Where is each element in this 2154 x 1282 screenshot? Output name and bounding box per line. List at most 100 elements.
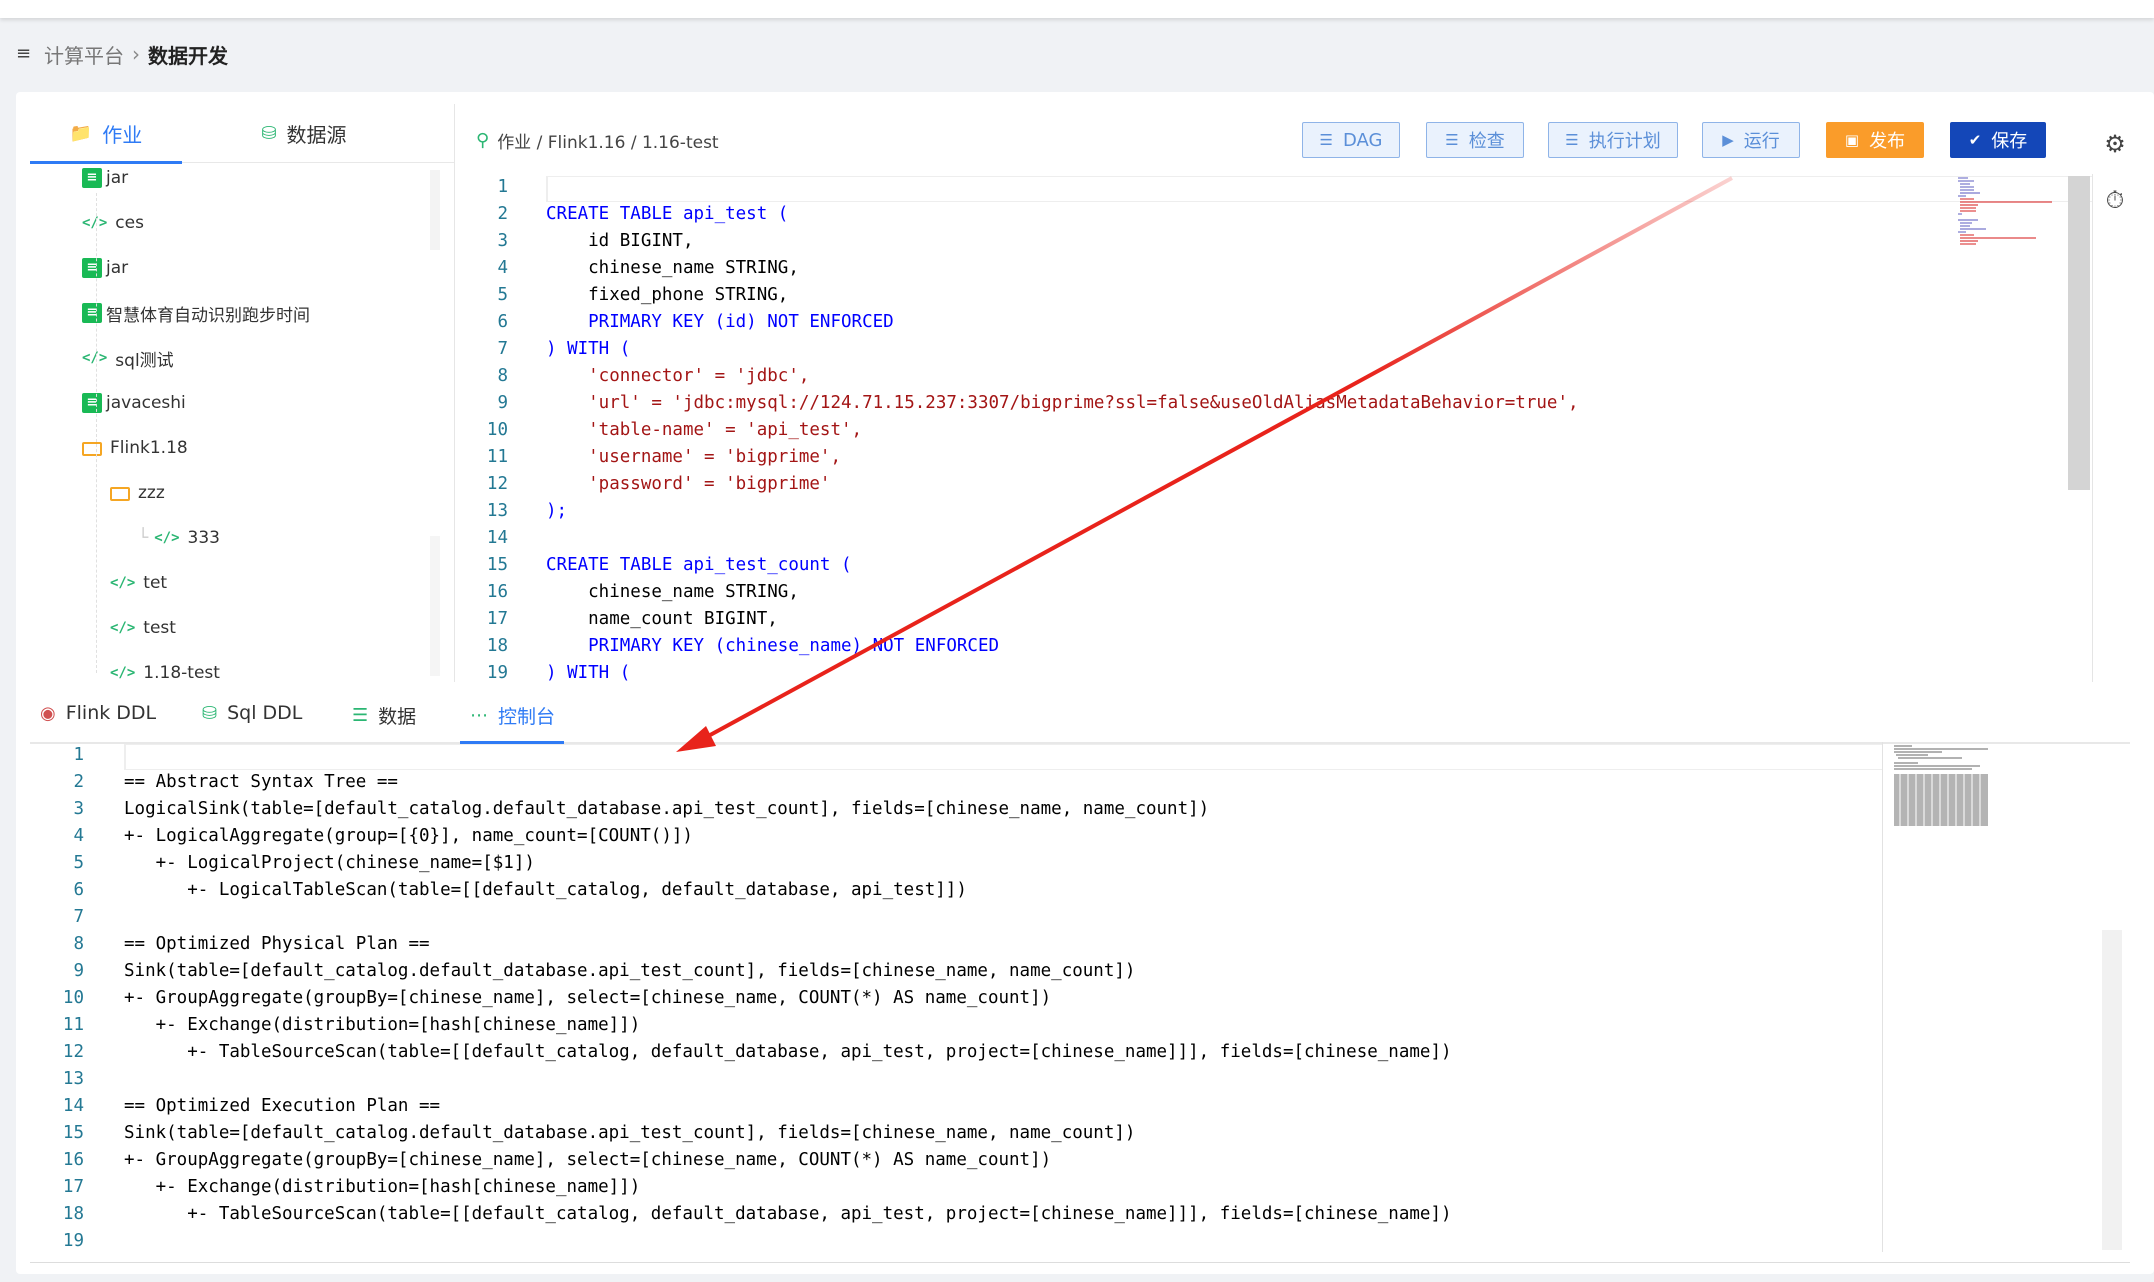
code-icon: </> <box>110 575 136 591</box>
line-number: 2 <box>73 772 84 792</box>
tab-flink-ddl[interactable]: ◉ Flink DDL <box>40 702 156 724</box>
console-text: +- TableSourceScan(table=[[default_catal… <box>124 1042 1452 1062</box>
jar-icon: ≡ <box>82 168 102 188</box>
tree-guide-line <box>96 193 98 673</box>
line-number: 7 <box>73 907 84 927</box>
tab-flink-ddl-label: Flink DDL <box>65 702 157 724</box>
tree-item-label: zzz <box>138 483 165 503</box>
code-text: ); <box>546 501 568 521</box>
tree-item-label: 1.18-test <box>143 663 220 681</box>
tree-item-label: ces <box>115 213 144 233</box>
line-number: 8 <box>73 934 84 954</box>
tree-item-label: tet <box>143 573 168 593</box>
tree-item-tet[interactable]: </> tet <box>110 570 167 596</box>
current-line-highlight <box>124 744 1883 770</box>
line-number: 16 <box>62 1150 84 1170</box>
run-button[interactable]: ▶ 运行 <box>1702 122 1800 158</box>
check-button[interactable]: ☰ 检查 <box>1426 122 1524 158</box>
tab-console-label: 控制台 <box>498 706 556 728</box>
tree-folder-zzz[interactable]: zzz <box>110 480 165 506</box>
bottom-tabs: ◉ Flink DDL ⛁ Sql DDL ☰ 数据 ⋯ 控制台 <box>30 690 2130 744</box>
sql-editor[interactable]: 1 2 CREATE TABLE api_test ( 3 id BIGINT, … <box>456 174 2092 682</box>
console-icon: ⋯ <box>470 705 488 726</box>
tree-item-smart-sports[interactable]: ≡ 智慧体育自动识别跑步时间 <box>82 300 310 326</box>
console-text: +- GroupAggregate(groupBy=[chinese_name]… <box>124 1150 1052 1170</box>
tab-data[interactable]: ☰ 数据 <box>352 702 416 729</box>
tree-item-jar[interactable]: ≡ jar <box>82 165 128 191</box>
tab-datasource[interactable]: ⛁ 数据源 <box>228 104 380 162</box>
line-number: 14 <box>486 528 508 548</box>
job-tree: ≡ jar </> ces ≡ jar ≡ 智慧体育自动识别跑步时间 </> sql测试 … <box>30 163 454 681</box>
line-number: 11 <box>486 447 508 467</box>
console-text: +- Exchange(distribution=[hash[chinese_n… <box>124 1177 641 1197</box>
jar-icon: ≡ <box>82 303 102 323</box>
tree-item-label: jar <box>106 258 129 278</box>
jar-icon: ≡ <box>82 258 102 278</box>
line-number: 5 <box>497 285 508 305</box>
line-number: 12 <box>62 1042 84 1062</box>
squirrel-icon: ◉ <box>40 702 56 724</box>
console-text: +- Exchange(distribution=[hash[chinese_n… <box>124 1015 641 1035</box>
line-number: 6 <box>73 880 84 900</box>
code-text: name_count BIGINT, <box>546 609 778 629</box>
editor-minimap[interactable] <box>1956 176 2056 256</box>
top-header-bar <box>0 0 2154 18</box>
code-icon: </> <box>110 620 136 636</box>
code-text: id BIGINT, <box>546 231 694 251</box>
line-number: 19 <box>486 663 508 682</box>
line-number: 18 <box>62 1204 84 1224</box>
editor-toolbar: ⚲ 作业 / Flink1.16 / 1.16-test ☰ DAG ☰ 检查 ☰ 执… <box>456 104 2096 174</box>
code-text: 'username' = 'bigprime', <box>546 447 842 467</box>
publish-button-label: 发布 <box>1869 131 1906 152</box>
console-text: == Optimized Execution Plan == <box>124 1096 441 1116</box>
line-number: 9 <box>497 393 508 413</box>
console-text: Sink(table=[default_catalog.default_data… <box>124 961 1136 981</box>
dag-button[interactable]: ☰ DAG <box>1302 122 1400 158</box>
job-path-text: 作业 / Flink1.16 / 1.16-test <box>497 133 719 153</box>
code-text: CREATE TABLE api_test_count ( <box>546 555 852 575</box>
console-text: +- LogicalAggregate(group=[{0}], name_co… <box>124 826 693 846</box>
code-text: 'table-name' = 'api_test', <box>546 420 863 440</box>
code-text: chinese_name STRING, <box>546 582 799 602</box>
breadcrumb-root[interactable]: 计算平台 <box>44 40 124 69</box>
tab-jobs[interactable]: 📁 作业 <box>30 104 182 162</box>
line-number: 4 <box>497 258 508 278</box>
tab-console[interactable]: ⋯ 控制台 <box>470 702 555 729</box>
settings-gear-icon[interactable]: ⚙ <box>2100 130 2130 186</box>
tree-item-118-test[interactable]: </> 1.18-test <box>110 660 220 681</box>
editor-scrollbar-thumb[interactable] <box>2068 176 2090 490</box>
list-icon: ☰ <box>352 705 369 726</box>
code-text: PRIMARY KEY (id) NOT ENFORCED <box>546 312 894 332</box>
line-number: 13 <box>62 1069 84 1089</box>
line-number: 17 <box>486 609 508 629</box>
console-text: == Optimized Physical Plan == <box>124 934 430 954</box>
tree-item-333[interactable]: └ </> 333 <box>138 525 220 551</box>
tree-scrollbar[interactable] <box>430 170 440 250</box>
current-line-highlight <box>546 176 2092 202</box>
console-scrollbar[interactable] <box>2102 930 2122 1250</box>
line-number: 15 <box>486 555 508 575</box>
chevron-right-icon: › <box>132 42 140 66</box>
tree-item-test[interactable]: </> test <box>110 615 176 641</box>
tree-item-jar-2[interactable]: ≡ jar <box>82 255 128 281</box>
tab-jobs-label: 作业 <box>102 122 143 147</box>
code-text: PRIMARY KEY (chinese_name) NOT ENFORCED <box>546 636 1000 656</box>
tree-item-label: javaceshi <box>106 393 186 413</box>
menu-fold-icon[interactable]: ≡ <box>16 44 36 64</box>
console-minimap[interactable] <box>1892 744 1992 828</box>
console-output[interactable]: 1 2 == Abstract Syntax Tree == 3 LogicalSi… <box>30 742 2130 1262</box>
console-text: +- LogicalProject(chinese_name=[$1]) <box>124 853 535 873</box>
console-text: +- TableSourceScan(table=[[default_catal… <box>124 1204 1452 1224</box>
code-icon: </> <box>154 530 180 546</box>
job-path: ⚲ 作业 / Flink1.16 / 1.16-test <box>476 128 719 153</box>
line-number: 14 <box>62 1096 84 1116</box>
save-button[interactable]: ✔ 保存 <box>1950 122 2046 158</box>
code-icon: </> <box>82 350 108 366</box>
history-icon[interactable]: ⏱ <box>2100 186 2130 242</box>
code-text: ) WITH ( <box>546 663 631 682</box>
play-icon: ▶ <box>1722 131 1734 149</box>
tree-item-ces[interactable]: </> ces <box>82 210 144 236</box>
tab-sql-ddl[interactable]: ⛁ Sql DDL <box>202 702 302 724</box>
execution-plan-button[interactable]: ☰ 执行计划 <box>1548 122 1678 158</box>
publish-button[interactable]: ▣ 发布 <box>1826 122 1924 158</box>
